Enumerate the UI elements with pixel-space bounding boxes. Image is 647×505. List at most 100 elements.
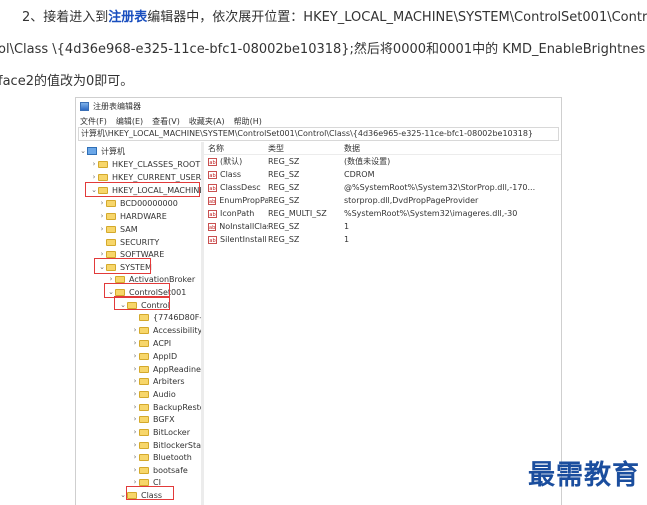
tree-item-label: AppReadines <box>153 364 201 374</box>
value-row[interactable]: abEnumPropPag...REG_SZ storprop.dll,DvdPr… <box>204 194 561 207</box>
tree-item[interactable]: › ACPI <box>131 337 172 349</box>
tree-item[interactable]: › Bluetooth <box>131 451 192 463</box>
tree-item-label: Audio <box>153 389 176 399</box>
collapse-chevron-icon[interactable]: › <box>131 375 139 387</box>
value-type: REG_SZ <box>268 183 300 192</box>
tree-item[interactable]: › HARDWARE <box>98 210 167 222</box>
tree-item[interactable]: › AccessibilityS <box>131 324 201 336</box>
folder-icon <box>98 173 108 181</box>
folder-icon <box>139 403 149 411</box>
menu-favorites[interactable]: 收藏夹(A) <box>189 116 225 127</box>
collapse-chevron-icon[interactable]: › <box>131 324 139 336</box>
menu-file[interactable]: 文件(F) <box>80 116 107 127</box>
collapse-chevron-icon[interactable]: › <box>98 223 106 235</box>
tree-item-label: BackupResto <box>153 402 201 412</box>
value-row[interactable]: ab Class REG_SZ CDROM <box>204 168 561 181</box>
tree-item[interactable]: › AppReadines <box>131 363 201 375</box>
column-header-type[interactable]: 类型 <box>268 143 344 154</box>
tree-item[interactable]: › HKEY_CLASSES_ROOT <box>90 158 201 170</box>
folder-icon <box>106 199 116 207</box>
tree-item[interactable]: › BackupResto <box>131 401 201 413</box>
collapse-chevron-icon[interactable]: › <box>131 388 139 400</box>
folder-icon <box>139 466 149 474</box>
tree-item-label: BitLocker <box>153 427 191 437</box>
article-text: 编辑器中，依次展开位置：HKEY_LOCAL_MACHINE\SYSTEM\Co… <box>147 10 647 25</box>
tree-item-label: SAM <box>120 224 138 234</box>
menu-view[interactable]: 查看(V) <box>152 116 180 127</box>
folder-icon <box>139 441 149 449</box>
menu-edit[interactable]: 编辑(E) <box>116 116 143 127</box>
collapse-chevron-icon[interactable]: › <box>131 464 139 476</box>
folder-icon <box>139 377 149 385</box>
value-row[interactable]: ab IconPath REG_MULTI_SZ %SystemRoot%\Syste… <box>204 207 561 220</box>
collapse-chevron-icon[interactable]: › <box>131 439 139 451</box>
value-type: REG_SZ <box>268 170 300 179</box>
value-type: REG_MULTI_SZ <box>268 209 327 218</box>
folder-icon <box>98 160 108 168</box>
tree-item[interactable]: › BCD00000000 <box>98 197 178 209</box>
folder-icon <box>106 212 116 220</box>
tree-item-label: HARDWARE <box>120 211 167 221</box>
tree-item[interactable]: › Arbiters <box>131 375 185 387</box>
collapse-chevron-icon[interactable]: › <box>131 451 139 463</box>
value-row[interactable]: ab (默认) REG_SZ (数值未设置) <box>204 155 561 168</box>
address-bar[interactable]: 计算机\HKEY_LOCAL_MACHINE\SYSTEM\ControlSet… <box>78 127 559 141</box>
string-value-icon: ab <box>208 183 217 192</box>
string-value-icon: ab <box>208 170 217 179</box>
value-name-cell: ab ClassDesc <box>204 183 268 192</box>
value-data: 1 <box>344 235 350 244</box>
tree-item[interactable]: ⌄ 计算机 <box>79 145 125 157</box>
collapse-chevron-icon[interactable]: › <box>131 426 139 438</box>
collapse-chevron-icon[interactable]: › <box>131 413 139 425</box>
collapse-chevron-icon[interactable]: › <box>131 337 139 349</box>
tree-item-label: HKEY_CLASSES_ROOT <box>112 159 201 169</box>
menu-help[interactable]: 帮助(H) <box>234 116 262 127</box>
value-type: REG_SZ <box>268 157 300 166</box>
value-type: REG_SZ <box>268 222 300 231</box>
article-line-2: ol\Class \{4d36e968-e325-11ce-bfc1-08002… <box>0 42 645 57</box>
menu-bar: 文件(F) 编辑(E) 查看(V) 收藏夹(A) 帮助(H) <box>76 115 561 127</box>
folder-icon <box>139 339 149 347</box>
collapse-chevron-icon[interactable]: › <box>131 350 139 362</box>
collapse-chevron-icon[interactable]: › <box>98 197 106 209</box>
tree-item[interactable]: › BitlockerStat <box>131 439 201 451</box>
value-name: SilentInstall <box>220 235 267 244</box>
string-value-icon: ab <box>208 209 217 218</box>
column-header-name[interactable]: 名称 <box>204 143 268 154</box>
tree-item-label: HKEY_CURRENT_USER <box>112 172 201 182</box>
column-header-data[interactable]: 数据 <box>344 143 561 154</box>
value-row[interactable]: ab ClassDesc REG_SZ @%SystemRoot%\System32\… <box>204 181 561 194</box>
collapse-chevron-icon[interactable]: › <box>131 401 139 413</box>
collapse-chevron-icon[interactable]: › <box>98 210 106 222</box>
registry-link[interactable]: 注册表 <box>108 10 147 25</box>
string-value-icon: ab <box>208 196 217 205</box>
tree-item[interactable]: › BitLocker <box>131 426 190 438</box>
value-row[interactable]: abNoInstallClassREG_SZ 1 <box>204 220 561 233</box>
tree-item[interactable]: › SAM <box>98 223 138 235</box>
tree-item[interactable]: › Audio <box>131 388 176 400</box>
value-name-cell: ab IconPath <box>204 209 268 218</box>
highlight-hklm <box>85 182 200 197</box>
value-name-cell: ab SilentInstall <box>204 235 268 244</box>
tree-item[interactable]: › bootsafe <box>131 464 188 476</box>
expand-chevron-icon[interactable]: ⌄ <box>79 145 87 157</box>
folder-icon <box>115 275 125 283</box>
tree-item[interactable]: SECURITY <box>98 236 159 248</box>
folder-icon <box>139 313 149 321</box>
value-name: (默认) <box>220 157 243 166</box>
tree-item[interactable]: › BGFX <box>131 413 175 425</box>
value-data: storprop.dll,DvdPropPageProvider <box>344 196 479 205</box>
collapse-chevron-icon[interactable]: › <box>90 158 98 170</box>
value-name: Class <box>220 170 242 179</box>
tree-item[interactable]: {7746D80F-9 <box>131 311 201 323</box>
collapse-chevron-icon[interactable]: › <box>131 363 139 375</box>
registry-editor-window: 注册表编辑器 文件(F) 编辑(E) 查看(V) 收藏夹(A) 帮助(H) 计算… <box>75 97 562 505</box>
value-name: ClassDesc <box>220 183 261 192</box>
tree-item-label: Arbiters <box>153 376 185 386</box>
value-name-cell: abNoInstallClass <box>204 222 268 231</box>
value-row[interactable]: ab SilentInstall REG_SZ 1 <box>204 233 561 246</box>
blank-twisty <box>131 311 139 323</box>
tree-item[interactable]: › AppID <box>131 350 178 362</box>
folder-icon <box>139 478 149 486</box>
highlight-class <box>126 486 174 500</box>
